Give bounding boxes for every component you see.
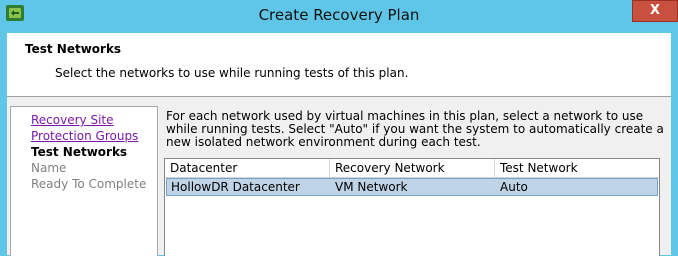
column-header-recovery-network[interactable]: Recovery Network — [330, 159, 495, 177]
page-subtitle: Select the networks to use while running… — [55, 66, 409, 80]
nav-item-ready-to-complete: Ready To Complete — [31, 177, 147, 191]
wizard-step-nav: Recovery Site Protection Groups Test Net… — [10, 106, 158, 256]
window-title: Create Recovery Plan — [258, 6, 420, 24]
network-mapping-table: Datacenter Recovery Network Test Network… — [164, 158, 660, 256]
column-header-test-network[interactable]: Test Network — [495, 159, 659, 177]
nav-item-name: Name — [31, 161, 67, 175]
cell-recovery-network: VM Network — [335, 180, 408, 194]
table-row[interactable]: HollowDR Datacenter VM Network Auto — [166, 178, 658, 196]
cell-test-network[interactable]: Auto — [496, 179, 528, 195]
close-button[interactable]: X — [632, 0, 678, 22]
page-header: Test Networks Select the networks to use… — [7, 33, 671, 97]
dialog-client-area: Test Networks Select the networks to use… — [7, 33, 671, 256]
title-bar[interactable]: Create Recovery Plan X — [0, 0, 678, 33]
column-header-datacenter[interactable]: Datacenter — [165, 159, 330, 177]
nav-item-recovery-site[interactable]: Recovery Site — [31, 113, 114, 127]
instructions-text: For each network used by virtual machine… — [166, 109, 664, 149]
page-title: Test Networks — [25, 42, 122, 56]
nav-item-test-networks: Test Networks — [31, 145, 128, 159]
cell-datacenter: HollowDR Datacenter — [171, 180, 300, 194]
table-header: Datacenter Recovery Network Test Network — [165, 159, 659, 178]
nav-item-protection-groups[interactable]: Protection Groups — [31, 129, 138, 143]
